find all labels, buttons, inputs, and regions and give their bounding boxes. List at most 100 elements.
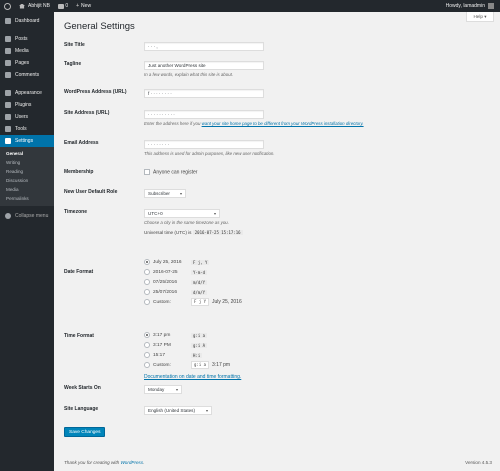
date-format-code: m/d/Y <box>191 279 208 285</box>
sidebar-item-label: Settings <box>15 138 34 144</box>
email-description: This address is used for admin purposes,… <box>144 151 275 156</box>
date-format-radio[interactable] <box>144 279 150 285</box>
sidebar-item-label: Users <box>15 114 29 120</box>
plus-icon: + <box>76 3 80 9</box>
submenu-media[interactable]: Media <box>0 185 54 194</box>
membership-option[interactable]: Anyone can register <box>144 169 197 175</box>
date-format-custom-radio[interactable] <box>144 299 150 305</box>
time-format-custom-radio[interactable] <box>144 362 150 368</box>
default-role-value: Subscriber <box>148 191 170 196</box>
submenu-reading[interactable]: Reading <box>0 167 54 176</box>
timezone-select[interactable]: UTC+0 ▾ <box>144 209 220 218</box>
submenu-general[interactable]: General <box>0 149 54 158</box>
sidebar-item-dashboard[interactable]: Dashboard <box>0 15 54 27</box>
pin-icon <box>5 36 11 42</box>
week-starts-select[interactable]: Monday ▾ <box>144 385 182 394</box>
site-address-input[interactable]: · · · · · · · · · · <box>144 110 264 119</box>
submenu-discussion[interactable]: Discussion <box>0 176 54 185</box>
default-role-label: New User Default Role <box>64 189 118 195</box>
language-value: English (United States) <box>148 408 195 413</box>
time-format-option[interactable]: 3:17 pm g:i a <box>144 330 344 340</box>
time-format-radio[interactable] <box>144 332 150 338</box>
time-format-custom-input[interactable]: g:i a <box>191 361 209 369</box>
utc-time-value: 2016-07-25 15:17:16 <box>192 230 243 235</box>
time-format-custom-option[interactable]: Custom: g:i a 3:17 pm <box>144 360 344 370</box>
time-format-options: 3:17 pm g:i a 3:17 PM g:i A 15:17 H:i Custo… <box>144 330 344 380</box>
footer-thanks-end: . <box>143 460 145 465</box>
sidebar-item-comments[interactable]: Comments <box>0 69 54 81</box>
date-time-docs-link[interactable]: Documentation on date and time formattin… <box>144 374 344 380</box>
date-format-code: d/m/Y <box>191 289 208 295</box>
date-format-option[interactable]: July 25, 2016 F j, Y <box>144 257 344 267</box>
chevron-down-icon: ▾ <box>179 191 182 196</box>
time-format-radio[interactable] <box>144 352 150 358</box>
date-format-option-label: 07/25/2016 <box>153 279 178 285</box>
sidebar-item-media[interactable]: Media <box>0 45 54 57</box>
wp-logo-menu[interactable] <box>0 0 15 12</box>
time-format-radio[interactable] <box>144 342 150 348</box>
timezone-label: Timezone <box>64 209 87 215</box>
submenu-permalinks[interactable]: Permalinks <box>0 194 54 203</box>
email-label: Email Address <box>64 140 99 146</box>
date-format-option[interactable]: 07/25/2016 m/d/Y <box>144 277 344 287</box>
comments-link[interactable]: 0 <box>54 0 72 12</box>
site-title-input[interactable]: · · · , <box>144 42 264 51</box>
utc-time-line: Universal time (UTC) is 2016-07-25 15:17… <box>144 230 344 235</box>
date-format-options: July 25, 2016 F j, Y 2016-07-25 Y-m-d 07/2… <box>144 257 344 307</box>
brush-icon <box>5 90 11 96</box>
time-format-option[interactable]: 3:17 PM g:i A <box>144 340 344 350</box>
plug-icon <box>5 102 11 108</box>
membership-label: Membership <box>64 169 94 175</box>
date-format-option[interactable]: 2016-07-25 Y-m-d <box>144 267 344 277</box>
sidebar-item-settings[interactable]: Settings <box>0 135 54 147</box>
new-content-menu[interactable]: + New <box>72 0 95 12</box>
timezone-description: Choose a city in the same timezone as yo… <box>144 220 229 225</box>
collapse-menu-button[interactable]: Collapse menu <box>0 210 54 222</box>
wordpress-link[interactable]: WordPress <box>120 460 143 465</box>
admin-sidebar: Dashboard Posts Media Pages Comments App… <box>0 12 54 471</box>
pages-icon <box>5 60 11 66</box>
site-name-link[interactable]: Abhijit NB <box>15 0 54 12</box>
sidebar-item-appearance[interactable]: Appearance <box>0 87 54 99</box>
date-format-radio[interactable] <box>144 289 150 295</box>
sidebar-item-plugins[interactable]: Plugins <box>0 99 54 111</box>
help-tab-button[interactable]: Help ▾ <box>466 12 494 22</box>
save-changes-button[interactable]: Save Changes <box>64 427 106 437</box>
date-format-custom-input[interactable]: F j Y <box>191 298 209 306</box>
date-format-label: Date Format <box>64 269 94 275</box>
date-format-custom-option[interactable]: Custom: F j Y July 25, 2016 <box>144 297 344 307</box>
time-format-option[interactable]: 15:17 H:i <box>144 350 344 360</box>
week-starts-value: Monday <box>148 387 165 392</box>
time-format-option-label: 15:17 <box>153 352 166 358</box>
date-format-radio[interactable] <box>144 269 150 275</box>
settings-submenu: General Writing Reading Discussion Media… <box>0 147 54 206</box>
tagline-input[interactable]: Just another WordPress site <box>144 61 264 70</box>
anyone-can-register-checkbox[interactable] <box>144 169 150 175</box>
admin-bar: Abhijit NB 0 + New Howdy, lamadmin <box>0 0 500 12</box>
sidebar-item-pages[interactable]: Pages <box>0 57 54 69</box>
wordpress-logo-icon <box>4 2 11 10</box>
language-select[interactable]: English (United States) ▾ <box>144 406 212 415</box>
avatar <box>488 3 494 9</box>
wp-address-input[interactable]: f · · · · · · · · <box>144 89 264 98</box>
sidebar-item-posts[interactable]: Posts <box>0 33 54 45</box>
site-name-label: Abhijit NB <box>28 3 50 9</box>
wrench-icon <box>5 126 11 132</box>
sidebar-item-label: Tools <box>15 126 27 132</box>
sidebar-item-users[interactable]: Users <box>0 111 54 123</box>
date-format-option[interactable]: 25/07/2016 d/m/Y <box>144 287 344 297</box>
anyone-can-register-label: Anyone can register <box>153 169 198 176</box>
default-role-select[interactable]: Subscriber ▾ <box>144 189 186 198</box>
date-format-radio[interactable] <box>144 259 150 265</box>
sidebar-item-label: Comments <box>15 72 40 78</box>
time-format-option-label: 3:17 PM <box>153 342 171 348</box>
user-account-menu[interactable]: Howdy, lamadmin <box>442 0 500 12</box>
utc-time-label: Universal time (UTC) is <box>144 230 192 235</box>
footer-thanks-text: Thank you for creating with <box>64 460 121 465</box>
site-address-help-link[interactable]: want your site home page to be different… <box>202 121 364 126</box>
sidebar-item-label: Plugins <box>15 102 32 108</box>
email-input[interactable]: · · · · · · · · <box>144 140 264 149</box>
dashboard-icon <box>5 18 11 24</box>
sidebar-item-tools[interactable]: Tools <box>0 123 54 135</box>
submenu-writing[interactable]: Writing <box>0 158 54 167</box>
